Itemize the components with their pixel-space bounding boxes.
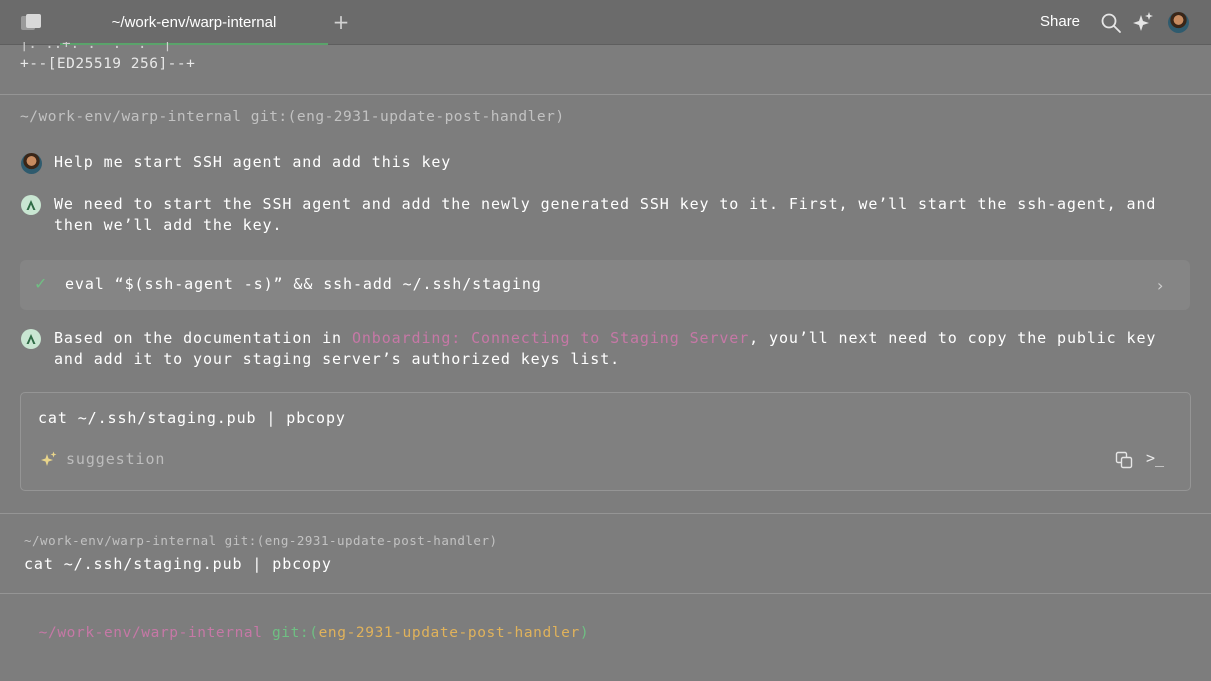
- search-icon[interactable]: [1100, 12, 1122, 34]
- sparkle-icon[interactable]: [1132, 11, 1154, 33]
- block-prompt: ~/work-env/warp-internal git:(eng-2931-u…: [24, 533, 498, 548]
- check-icon: ✓: [34, 274, 48, 293]
- tab-warp-internal[interactable]: ~/work-env/warp-internal: [60, 0, 328, 45]
- title-bar: ~/work-env/warp-internal + Share: [0, 0, 1211, 45]
- agent-message-prefix: Based on the documentation in: [54, 329, 352, 347]
- block-divider: [0, 593, 1211, 594]
- key-randomart-footer: +--[ED25519 256]--+: [20, 56, 196, 72]
- executed-command-card[interactable]: ✓ eval “$(ssh-agent -s)” && ssh-add ~/.s…: [20, 260, 1190, 310]
- block-prompt: ~/work-env/warp-internal git:(eng-2931-u…: [20, 109, 565, 125]
- share-button[interactable]: Share: [1040, 13, 1080, 30]
- prompt-git-suffix: ): [579, 625, 590, 641]
- prompt-path: ~/work-env/warp-internal: [38, 625, 263, 641]
- user-message-avatar: [21, 153, 42, 174]
- user-avatar[interactable]: [1168, 12, 1189, 33]
- copy-icon[interactable]: [1115, 451, 1133, 469]
- executed-command: eval “$(ssh-agent -s)” && ssh-add ~/.ssh…: [65, 275, 542, 293]
- new-tab-button[interactable]: +: [332, 11, 350, 33]
- user-message: Help me start SSH agent and add this key: [54, 153, 452, 171]
- chevron-right-icon[interactable]: ›: [1157, 276, 1163, 295]
- prompt-branch: eng-2931-update-post-handler: [318, 625, 580, 641]
- run-in-terminal-button[interactable]: >_: [1146, 449, 1164, 467]
- block-command: cat ~/.ssh/staging.pub | pbcopy: [24, 555, 332, 573]
- agent-icon: [21, 195, 41, 215]
- documentation-link[interactable]: Onboarding: Connecting to Staging Server: [352, 329, 749, 347]
- block-divider: [0, 94, 1211, 95]
- agent-icon: [21, 329, 41, 349]
- agent-message: We need to start the SSH agent and add t…: [54, 195, 1157, 234]
- sidebar-toggle-icon[interactable]: [20, 13, 42, 31]
- agent-message-with-link: Based on the documentation in Onboarding…: [54, 328, 1194, 370]
- sparkle-icon: [41, 451, 57, 466]
- suggested-command-card: cat ~/.ssh/staging.pub | pbcopy suggesti…: [20, 392, 1191, 491]
- tab-title: ~/work-env/warp-internal: [111, 14, 277, 31]
- prompt-git-prefix: git:(: [271, 625, 319, 641]
- input-prompt[interactable]: ~/work-env/warp-internal git:(eng-2931-u…: [20, 609, 589, 641]
- block-divider: [0, 513, 1211, 514]
- suggested-command[interactable]: cat ~/.ssh/staging.pub | pbcopy: [38, 409, 346, 427]
- suggestion-label: suggestion: [66, 450, 166, 468]
